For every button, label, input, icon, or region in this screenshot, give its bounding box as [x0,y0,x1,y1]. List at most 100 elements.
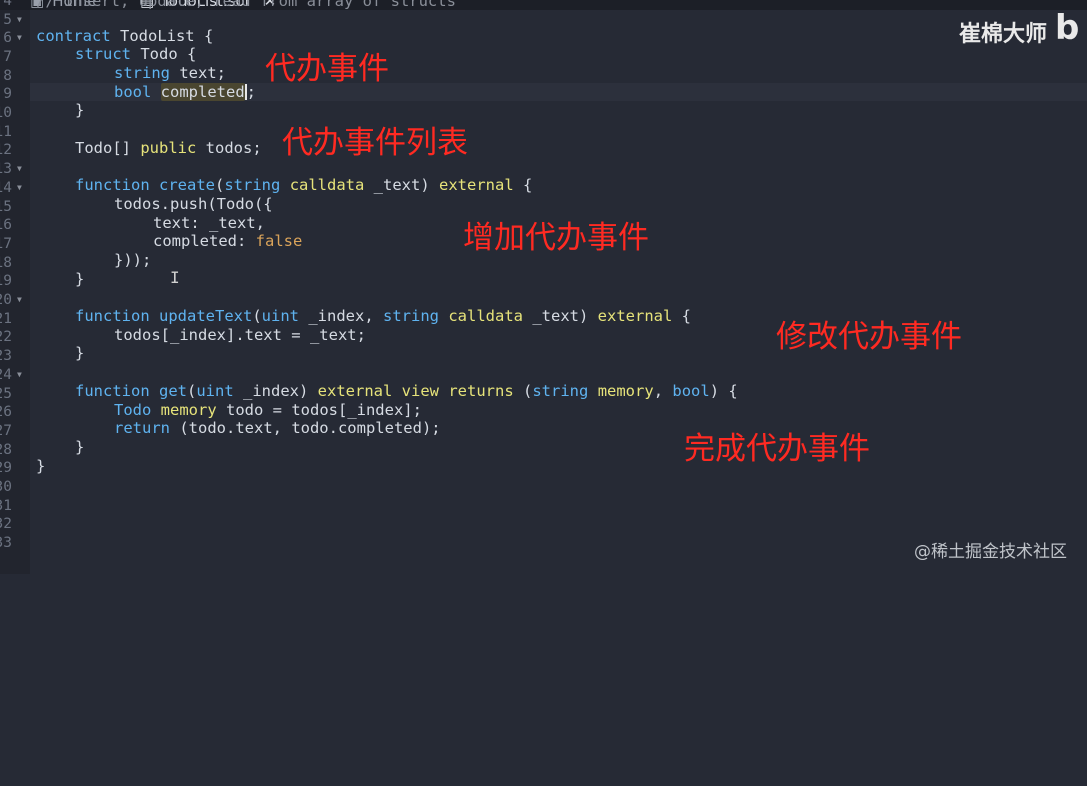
code-line-28: } [36,457,45,476]
fold-arrow-icon[interactable]: ▼ [17,29,22,48]
line-number-label: 24 [0,366,12,383]
line-number: 25 [0,385,30,404]
code-text: ( [215,176,225,195]
line-number: 4 [0,0,30,11]
code-text: } [36,456,46,475]
code-text: } [75,344,85,363]
line-number-label: 21 [0,310,12,327]
code-line-27: } [75,438,84,457]
type-keyword: uint [196,381,234,400]
selected-word: completed [160,82,245,101]
ibeam-cursor-icon: I [170,268,180,287]
fold-arrow-icon[interactable]: ▼ [17,160,22,179]
modifier: view [401,381,439,400]
line-number: 14 ▼ [0,179,30,198]
code-text: todos; [196,138,262,157]
code-line-17: })); [114,251,151,270]
site-watermark: @稀土掘金技术社区 [914,542,1067,562]
code-text: (todo.text, todo.completed); [170,419,441,438]
line-number-label: 30 [0,479,12,495]
line-number-label: 23 [0,348,12,365]
line-number: 20 ▼ [0,291,30,310]
keyword: struct [75,45,131,64]
line-number: 21 [0,310,30,329]
keyword: function [75,381,150,400]
line-number-label: 15 [0,198,12,215]
code-text: Todo { [131,45,197,64]
line-number-label: 26 [0,404,12,421]
code-text: todos.push(Todo({ [114,194,273,213]
code-editor[interactable]: // Insert, update, read from array of st… [36,0,1087,786]
fold-arrow-icon[interactable]: ▼ [17,179,22,198]
annotation-complete: 完成代办事件 [684,431,870,467]
code-line-25: Todo memory todo = todos[_index]; [114,401,422,420]
author-watermark: 崔棉大师 [958,22,1047,47]
code-text: TodoList { [110,26,214,45]
code-text: ; [246,82,257,101]
line-number-label: 4 [3,0,12,9]
code-text: ) { [709,381,738,400]
code-text: todos[_index].text = _text; [114,325,366,344]
line-number-label: 22 [0,329,12,346]
line-number: 29 [0,459,30,478]
line-number-label: 14 [0,179,12,196]
line-number: 9 [0,85,30,104]
code-text: ( [187,381,197,400]
modifier: external [597,307,673,325]
keyword: function [75,307,150,325]
code-text: _index, [299,307,383,325]
code-line-8: bool completed; [114,82,257,102]
modifier: public [140,138,197,157]
type-keyword: bool [672,381,710,400]
line-number-label: 28 [0,441,12,458]
line-number: 8 [0,67,30,86]
line-number-label: 20 [0,292,12,308]
line-number: 23 [0,347,30,366]
code-text: _index) [233,381,318,400]
code-line-5: contract TodoList { [36,27,213,46]
bilibili-logo-icon: b [1055,8,1080,48]
code-line-20: function updateText(uint _index, string … [75,307,691,326]
line-number: 5 ▼ [0,11,30,30]
comment: // Insert, update, read from array of st… [36,0,456,10]
code-line-16: completed: false [153,232,302,251]
keyword: contract [36,26,111,45]
line-number-label: 8 [3,67,12,84]
code-text: _text) [523,307,598,325]
annotation-todo-event: 代办事件 [265,51,389,87]
line-number-label: 6 [3,30,12,47]
line-number: 32 [0,515,30,534]
fold-arrow-icon[interactable]: ▼ [17,291,22,310]
line-number: 30 [0,478,30,497]
code-line-24: function get(uint _index) external view … [75,382,738,401]
fold-arrow-icon[interactable]: ▼ [17,11,22,30]
modifier: external [439,176,514,195]
line-number: 11 [0,123,30,142]
modifier: memory [160,400,217,419]
line-number-label: 31 [0,497,12,514]
fold-arrow-icon[interactable]: ▼ [17,366,22,385]
modifier: returns [448,381,514,400]
line-number-label: 25 [0,385,12,402]
annotation-add: 增加代办事件 [463,220,649,256]
code-line-22: } [75,344,84,363]
line-number-label: 5 [3,11,12,28]
code-text: todo = todos[_index]; [216,400,422,419]
line-number: 17 [0,235,30,254]
line-number: 13 ▼ [0,160,30,179]
line-number-label: 32 [0,516,12,533]
line-number-label: 17 [0,235,12,252]
type-keyword: uint [261,307,299,325]
code-line-6: struct Todo { [75,45,196,64]
code-text: , [653,381,673,400]
line-number: 22 [0,328,30,347]
line-number-label: 16 [0,217,12,234]
line-number-label: 7 [3,48,12,65]
